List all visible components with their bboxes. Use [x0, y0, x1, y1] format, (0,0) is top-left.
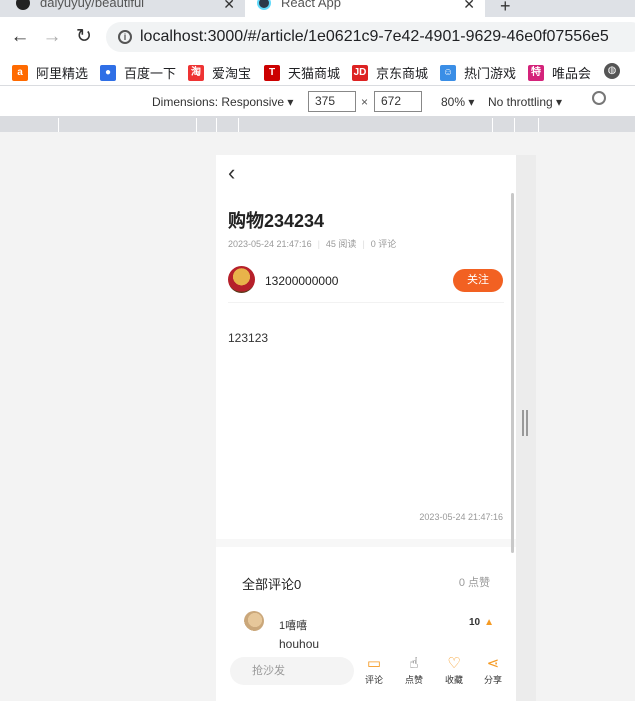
close-icon[interactable]: ✕ — [463, 0, 475, 13]
article-content: 123123 — [228, 331, 269, 345]
dimensions-select[interactable]: Dimensions: Responsive ▾ — [152, 95, 293, 109]
read-count: 45 阅读 — [325, 239, 357, 249]
share-button[interactable]: ⋖ 分享 — [480, 655, 506, 686]
bookmark-item[interactable]: ● 百度一下 — [100, 63, 176, 82]
browser-tabbar: daiyuyuy/beautiful ✕ React App ✕ + — [0, 0, 635, 17]
rotate-icon[interactable] — [592, 91, 606, 105]
throttling-select[interactable]: No throttling ▾ — [488, 95, 562, 109]
forward-arrow-icon[interactable]: → — [40, 25, 64, 49]
media-query-ruler — [0, 116, 635, 132]
scrollbar[interactable] — [511, 193, 514, 553]
alibaba-icon: a — [12, 64, 28, 81]
commenter-avatar[interactable] — [244, 611, 264, 631]
comment-icon: ▭ — [366, 655, 382, 672]
bookmark-item[interactable]: ☺ 热门游戏 — [440, 63, 516, 82]
url-text: localhost:3000/#/article/1e0621c9-7e42-4… — [140, 28, 609, 45]
article-date: 2023-05-24 21:47:16 — [228, 239, 312, 249]
baidu-paw-icon: ● — [100, 64, 116, 81]
tab-react-app[interactable]: React App ✕ — [245, 0, 485, 17]
bookmark-item[interactable]: 特唯品会 — [528, 63, 591, 82]
comment-count: 0 评论 — [370, 239, 397, 249]
bookmark-item[interactable]: JD 京东商城 — [352, 63, 428, 82]
new-tab-icon[interactable]: + — [500, 0, 511, 17]
heart-icon: ♡ — [447, 655, 461, 672]
tab-title: React App — [281, 0, 341, 10]
url-input[interactable]: i localhost:3000/#/article/1e0621c9-7e42… — [106, 22, 635, 52]
times-icon: × — [361, 95, 369, 109]
back-icon[interactable]: ‹ — [228, 162, 244, 184]
jd-icon: JD — [352, 64, 368, 81]
author-name: 13200000000 — [265, 274, 339, 288]
bookmark-item[interactable]: a 阿里精选 — [12, 63, 88, 82]
comments-title: 全部评论0 — [242, 577, 302, 592]
github-icon — [16, 0, 30, 10]
follow-button[interactable]: 关注 — [453, 269, 503, 292]
section-gap — [216, 539, 516, 547]
device-toolbar: Dimensions: Responsive ▾ 375 × 672 80% ▾… — [0, 87, 635, 116]
resize-handle[interactable] — [522, 410, 528, 436]
bookmark-item[interactable]: T 天猫商城 — [264, 63, 340, 82]
commenter-name: 1嘻嘻 — [279, 620, 308, 632]
game-icon: ☺ — [440, 64, 456, 81]
share-icon: ⋖ — [486, 655, 500, 672]
comment-input[interactable]: 抢沙发 — [230, 657, 354, 685]
comment-button[interactable]: ▭ 评论 — [361, 655, 387, 686]
tmall-icon: T — [264, 64, 280, 81]
bookmarks-bar: a 阿里精选 ● 百度一下 淘爱淘宝 T 天猫商城 JD 京东商城 ☺ 热门游戏 特唯品会… — [0, 57, 635, 86]
tab-github[interactable]: daiyuyuy/beautiful ✕ — [0, 0, 245, 17]
bookmark-item[interactable]: 淘爱淘宝 — [188, 63, 251, 82]
comment-item: 1嘻嘻 10 ▲ houhou — [244, 611, 494, 651]
divider — [228, 302, 504, 303]
reload-icon[interactable]: ↻ — [72, 25, 96, 49]
publish-time: 2023-05-24 21:47:16 — [419, 512, 503, 522]
comment-like-button[interactable]: 10 ▲ — [469, 617, 494, 628]
close-icon[interactable]: ✕ — [223, 0, 235, 13]
article-meta: 2023-05-24 21:47:16 | 45 阅读 | 0 评论 — [228, 239, 397, 249]
vip-icon: 特 — [528, 64, 544, 81]
height-input[interactable]: 672 — [374, 91, 422, 112]
phone-screen: ‹ 购物234234 2023-05-24 21:47:16 | 45 阅读 | 0 评… — [216, 155, 516, 701]
avatar[interactable] — [228, 266, 255, 293]
react-icon — [257, 0, 271, 10]
like-button[interactable]: ☝ 点赞 — [401, 655, 427, 686]
tab-title: daiyuyuy/beautiful — [40, 0, 145, 10]
likes-total: 0 点赞 — [458, 577, 490, 589]
address-bar: ← → ↻ i localhost:3000/#/article/1e0621c… — [0, 17, 635, 57]
bottom-action-bar: 抢沙发 ▭ 评论 ☝ 点赞 ♡ 收藏 ⋖ 分享 — [216, 651, 516, 701]
author-row: 13200000000 关注 — [228, 266, 504, 296]
back-arrow-icon[interactable]: ← — [8, 25, 32, 49]
article-title: 购物234234 — [228, 211, 325, 231]
thumbs-up-icon: ☝ — [409, 655, 419, 672]
zoom-select[interactable]: 80% ▾ — [441, 95, 474, 109]
width-input[interactable]: 375 — [308, 91, 356, 112]
globe-icon[interactable]: ◍ — [604, 63, 628, 79]
thumbs-up-icon: ▲ — [484, 617, 494, 628]
comment-text: houhou — [279, 637, 320, 651]
favorite-button[interactable]: ♡ 收藏 — [441, 655, 467, 686]
taobao-icon: 淘 — [188, 64, 204, 81]
info-icon[interactable]: i — [118, 30, 132, 44]
